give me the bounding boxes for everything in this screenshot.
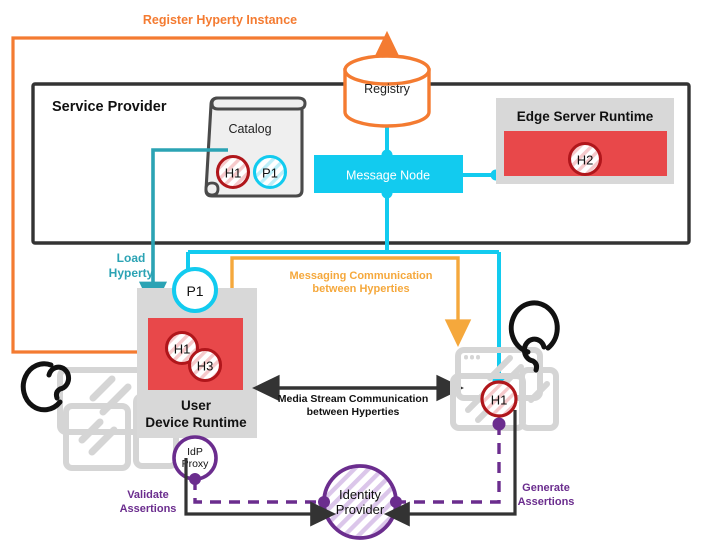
hyperty-architecture-diagram: Service Provider Catalog H1 P1 Message N… [11, 13, 691, 540]
media-stream-label-line2: between Hyperties [307, 406, 400, 418]
diagram-canvas: Service Provider Catalog H1 P1 Message N… [0, 0, 701, 553]
edge-server-runtime-label: Edge Server Runtime [517, 109, 654, 124]
peer-badge-h1: H1 [480, 380, 518, 418]
service-provider-label: Service Provider [52, 99, 167, 115]
user-protostub-p1-label: P1 [186, 283, 203, 299]
message-node-label: Message Node [346, 169, 430, 183]
catalog-badge-p1-label: P1 [262, 166, 278, 181]
identity-provider-label-line1: Identity [339, 487, 381, 502]
user-device-runtime-label-line2: Device Runtime [145, 415, 247, 430]
generate-assertions-label-line2: Assertions [518, 496, 575, 508]
user-badge-h1-label: H1 [174, 342, 191, 357]
peer-badge-h1-label: H1 [491, 393, 508, 408]
messaging-communication-label-line1: Messaging Communication [289, 270, 432, 282]
user-badge-h3-label: H3 [197, 359, 214, 374]
catalog-node[interactable]: Catalog H1 P1 [204, 96, 307, 198]
idp-proxy-label-line1: IdP [187, 446, 203, 458]
identity-provider-label-line2: Provider [336, 502, 385, 517]
messaging-communication-label-line2: between Hyperties [312, 283, 409, 295]
load-hyperty-label-line2: Hyperty [109, 266, 154, 280]
user-device-runtime-label-line1: User [181, 398, 212, 413]
user-protostub-p1: P1 [172, 267, 218, 313]
edge-server-runtime: Edge Server Runtime H2 [496, 98, 674, 184]
register-hyperty-label: Register Hyperty Instance [143, 13, 297, 27]
catalog-label: Catalog [228, 122, 271, 136]
catalog-badge-h1-label: H1 [225, 166, 242, 181]
registry-label: Registry [364, 82, 411, 96]
media-stream-label-line1: Media Stream Communication [278, 393, 429, 405]
catalog-badge-p1: P1 [252, 154, 288, 190]
registry-node[interactable]: Registry [343, 54, 431, 128]
idp-proxy-node[interactable]: IdP Proxy [172, 435, 218, 481]
edge-badge-h2: H2 [567, 141, 603, 177]
message-node[interactable]: Message Node [314, 155, 463, 193]
validate-assertions-label-line1: Validate [127, 489, 169, 501]
edge-badge-h2-label: H2 [577, 153, 594, 168]
identity-provider-node[interactable]: Identity Provider [322, 464, 398, 540]
peer-user-glyph [508, 300, 560, 373]
load-hyperty-label-line1: Load [117, 251, 146, 265]
validate-assertions-label-line2: Assertions [120, 503, 177, 515]
generate-assertions-label-line1: Generate [522, 482, 570, 494]
catalog-badge-h1: H1 [215, 154, 251, 190]
user-badge-h3: H3 [187, 347, 223, 383]
